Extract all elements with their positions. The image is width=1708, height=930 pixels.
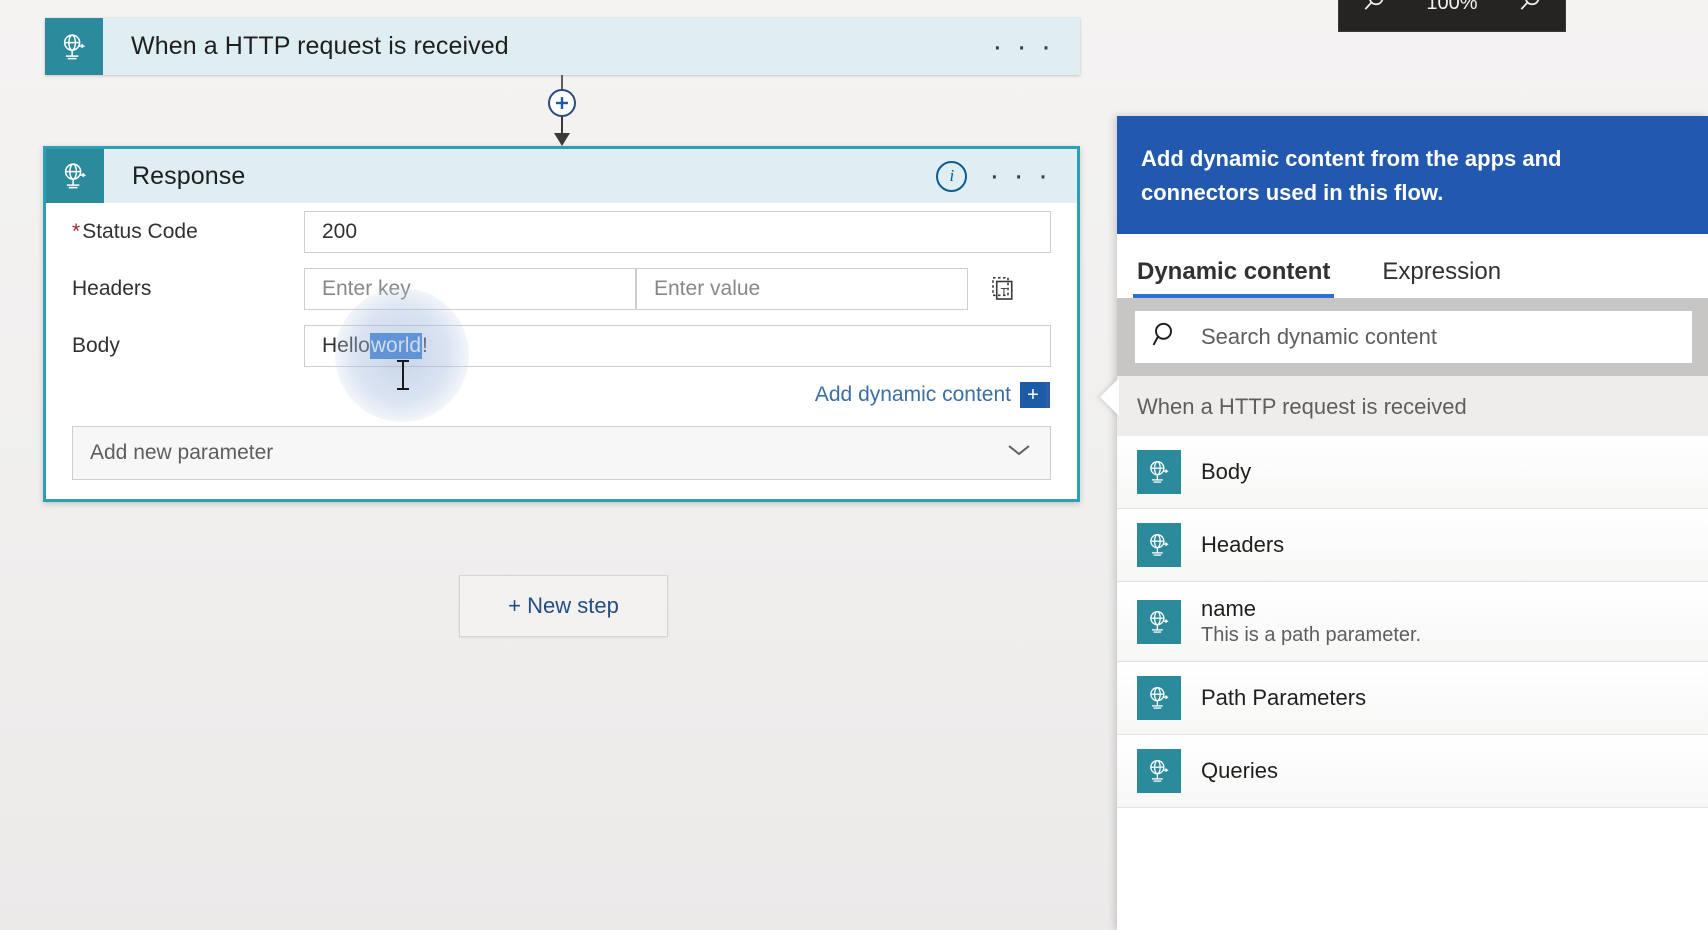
dynamic-content-panel: Add dynamic content from the apps and co…	[1117, 116, 1708, 930]
list-item-name: Queries	[1201, 758, 1279, 783]
dynamic-panel-group-title: When a HTTP request is received	[1117, 376, 1708, 436]
http-globe-icon	[1137, 749, 1181, 793]
response-card-actions: i · · ·	[936, 160, 1077, 192]
dynamic-panel-search-area: Search dynamic content	[1117, 298, 1708, 376]
body-text-suffix: !	[422, 333, 428, 357]
status-code-label-wrap: * Status Code	[72, 220, 304, 244]
dynamic-panel-callout-pointer	[1100, 378, 1119, 416]
list-item-text: Queries	[1201, 758, 1278, 784]
search-icon	[1151, 320, 1181, 355]
headers-key-input[interactable]: Enter key	[304, 267, 636, 310]
response-card-header: Response i · · ·	[46, 149, 1077, 203]
body-text-prefix: Hello	[322, 333, 370, 357]
http-globe-icon	[1137, 599, 1181, 644]
field-row-body: Body Hello world!	[46, 317, 1077, 374]
zoom-in-icon[interactable]	[1517, 0, 1543, 19]
chevron-down-icon	[1005, 441, 1033, 465]
info-icon[interactable]: i	[936, 160, 968, 192]
list-item-text: Headers	[1201, 532, 1284, 558]
trigger-card-actions: · · ·	[992, 31, 1080, 61]
list-item[interactable]: Path Parameters	[1117, 662, 1708, 735]
headers-value-input[interactable]: Enter value	[636, 267, 968, 310]
body-label: Body	[72, 333, 120, 357]
list-item[interactable]: name This is a path parameter.	[1117, 582, 1708, 662]
list-item-name: name	[1201, 596, 1257, 621]
flow-designer-canvas: When a HTTP request is received · · · Re…	[0, 0, 1708, 930]
list-item[interactable]: Headers	[1117, 509, 1708, 582]
list-item-name: Path Parameters	[1201, 685, 1367, 710]
status-code-label: Status Code	[82, 219, 198, 243]
tab-dynamic-content[interactable]: Dynamic content	[1133, 258, 1335, 298]
trigger-card-header: When a HTTP request is received · · ·	[45, 18, 1080, 75]
svg-text:T: T	[1001, 286, 1008, 298]
list-item-name: Body	[1201, 459, 1252, 484]
list-item[interactable]: Queries	[1117, 735, 1708, 808]
text-cursor-icon	[397, 360, 409, 390]
response-card-title: Response	[132, 161, 246, 190]
http-globe-icon	[1137, 523, 1181, 567]
zoom-level-label: 100%	[1426, 0, 1478, 14]
add-new-parameter-label: Add new parameter	[90, 441, 274, 464]
body-text-selection: world	[369, 332, 423, 359]
response-more-menu-button[interactable]: · · ·	[989, 161, 1051, 191]
dynamic-panel-tabs: Dynamic content Expression	[1117, 234, 1708, 298]
dynamic-content-list: Body Headers name This is a path paramet…	[1117, 436, 1708, 808]
list-item-name: Headers	[1201, 532, 1285, 557]
trigger-more-menu-button[interactable]: · · ·	[992, 31, 1054, 61]
required-marker: *	[72, 219, 81, 243]
trigger-card-http-request[interactable]: When a HTTP request is received · · ·	[45, 18, 1080, 75]
add-dynamic-content-badge[interactable]: +	[1020, 382, 1050, 408]
trigger-card-title: When a HTTP request is received	[131, 32, 509, 60]
list-item-description: This is a path parameter.	[1201, 624, 1422, 646]
add-dynamic-content-row: Add dynamic content +	[46, 378, 1077, 412]
zoom-control-bar[interactable]: 100%	[1338, 0, 1566, 32]
status-code-input[interactable]: 200	[304, 210, 1051, 253]
flow-connector	[528, 75, 596, 147]
add-new-parameter-dropdown[interactable]: Add new parameter	[72, 426, 1051, 480]
http-globe-icon	[1137, 676, 1181, 720]
body-input[interactable]: Hello world!	[304, 324, 1051, 367]
list-item-text: Body	[1201, 459, 1251, 485]
list-item[interactable]: Body	[1117, 436, 1708, 509]
headers-label: Headers	[72, 276, 152, 300]
action-card-response[interactable]: Response i · · · * Status Code 200 Heade…	[43, 146, 1080, 502]
add-dynamic-content-link[interactable]: Add dynamic content	[815, 383, 1011, 407]
http-globe-icon	[45, 18, 103, 75]
zoom-out-icon[interactable]	[1361, 0, 1387, 19]
new-step-button[interactable]: + New step	[459, 575, 668, 637]
switch-to-text-mode-icon[interactable]: T	[988, 274, 1018, 304]
http-globe-icon	[46, 149, 104, 203]
list-item-text: Path Parameters	[1201, 685, 1366, 711]
search-dynamic-content-input[interactable]: Search dynamic content	[1135, 311, 1692, 363]
search-placeholder: Search dynamic content	[1201, 324, 1438, 349]
response-card-body: * Status Code 200 Headers Enter key Ente…	[46, 203, 1077, 480]
field-row-headers: Headers Enter key Enter value T	[46, 260, 1077, 317]
dynamic-panel-banner: Add dynamic content from the apps and co…	[1117, 116, 1708, 234]
http-globe-icon	[1137, 450, 1181, 494]
list-item-text: name This is a path parameter.	[1201, 596, 1421, 647]
tab-expression[interactable]: Expression	[1378, 258, 1505, 298]
field-row-status-code: * Status Code 200	[46, 203, 1077, 260]
